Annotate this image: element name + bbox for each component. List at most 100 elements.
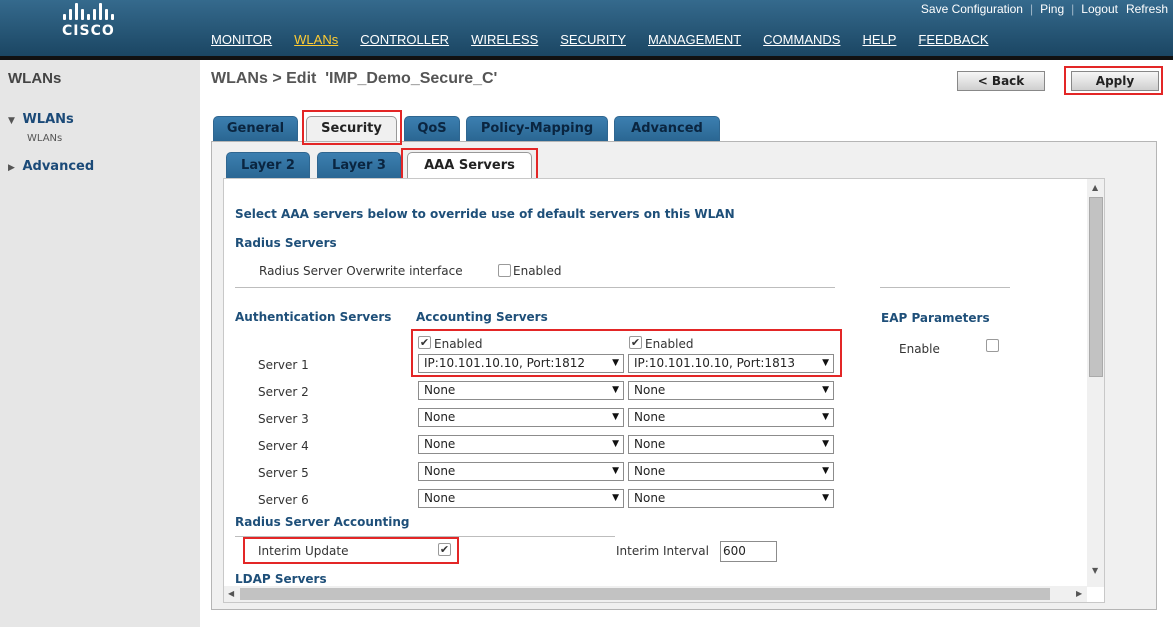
tab-policy-mapping[interactable]: Policy-Mapping — [466, 116, 608, 141]
divider — [880, 287, 1010, 288]
server-3-acct-select[interactable]: None ▼ — [628, 408, 834, 427]
horizontal-scrollbar-thumb[interactable] — [240, 588, 1050, 600]
eap-enable-label: Enable — [899, 342, 940, 356]
overwrite-interface-label: Radius Server Overwrite interface — [259, 264, 463, 278]
nav-management[interactable]: MANAGEMENT — [648, 32, 741, 47]
server-4-auth-select[interactable]: None ▼ — [418, 435, 624, 454]
nav-monitor[interactable]: MONITOR — [211, 32, 272, 47]
dropdown-arrow-icon: ▼ — [612, 358, 619, 368]
server-2-label: Server 2 — [258, 385, 309, 399]
overwrite-enabled-label: Enabled — [513, 264, 562, 278]
sidebar-item-label: Advanced — [22, 159, 95, 174]
logout-link[interactable]: Logout — [1081, 2, 1118, 16]
nav-help[interactable]: HELP — [862, 32, 896, 47]
dropdown-arrow-icon: ▼ — [612, 412, 619, 422]
interim-update-label: Interim Update — [258, 544, 349, 558]
sidebar-subitem-wlans[interactable]: WLANs — [27, 133, 62, 144]
utility-links: Save Configuration | Ping | Logout Refre… — [921, 2, 1168, 16]
tab-qos[interactable]: QoS — [404, 116, 460, 141]
tab-general[interactable]: General — [213, 116, 298, 141]
scroll-right-icon[interactable]: ▶ — [1076, 589, 1082, 598]
separator: | — [1029, 2, 1034, 16]
subtab-layer2[interactable]: Layer 2 — [226, 152, 310, 179]
server-5-acct-select[interactable]: None ▼ — [628, 462, 834, 481]
triangle-down-icon: ▼ — [8, 116, 15, 126]
sidebar-item-advanced[interactable]: ▶ Advanced — [8, 159, 94, 174]
back-button[interactable]: < Back — [957, 71, 1045, 91]
sidebar-item-wlans[interactable]: ▼ WLANs — [8, 112, 74, 127]
server-3-label: Server 3 — [258, 412, 309, 426]
nav-feedback[interactable]: FEEDBACK — [918, 32, 988, 47]
acct-enabled-checkbox[interactable]: ✔ — [629, 336, 642, 349]
dropdown-arrow-icon: ▼ — [612, 493, 619, 503]
dropdown-arrow-icon: ▼ — [822, 439, 829, 449]
server-1-auth-select[interactable]: IP:10.101.10.10, Port:1812 ▼ — [418, 354, 624, 373]
radius-servers-heading: Radius Servers — [235, 236, 337, 250]
server-5-label: Server 5 — [258, 466, 309, 480]
sidebar: WLANs ▼ WLANs WLANs ▶ Advanced — [0, 60, 200, 627]
scroll-up-icon[interactable]: ▲ — [1092, 183, 1098, 192]
dropdown-arrow-icon: ▼ — [612, 385, 619, 395]
subtab-layer3[interactable]: Layer 3 — [317, 152, 401, 179]
interim-interval-input[interactable]: 600 — [720, 541, 777, 562]
cisco-wordmark: CISCO — [62, 23, 115, 39]
eap-enable-checkbox[interactable] — [986, 339, 999, 352]
dropdown-arrow-icon: ▼ — [612, 439, 619, 449]
apply-button[interactable]: Apply — [1071, 71, 1159, 91]
tab-security[interactable]: Security — [306, 116, 397, 141]
dropdown-arrow-icon: ▼ — [822, 412, 829, 422]
scroll-left-icon[interactable]: ◀ — [228, 589, 234, 598]
auth-enabled-checkbox[interactable]: ✔ — [418, 336, 431, 349]
sidebar-title: WLANs — [8, 70, 62, 87]
acct-enabled-label: Enabled — [645, 337, 694, 351]
accounting-servers-heading: Accounting Servers — [416, 310, 548, 324]
nav-wireless[interactable]: WIRELESS — [471, 32, 538, 47]
authentication-servers-heading: Authentication Servers — [235, 310, 392, 324]
main-nav: MONITOR WLANs CONTROLLER WIRELESS SECURI… — [211, 32, 989, 47]
server-1-label: Server 1 — [258, 358, 309, 372]
server-6-auth-select[interactable]: None ▼ — [418, 489, 624, 508]
dropdown-arrow-icon: ▼ — [822, 466, 829, 476]
server-2-acct-select[interactable]: None ▼ — [628, 381, 834, 400]
sidebar-item-label: WLANs — [22, 112, 74, 127]
triangle-right-icon: ▶ — [8, 163, 15, 173]
nav-commands[interactable]: COMMANDS — [763, 32, 840, 47]
tab-advanced[interactable]: Advanced — [614, 116, 720, 141]
server-1-acct-select[interactable]: IP:10.101.10.10, Port:1813 ▼ — [628, 354, 834, 373]
save-configuration-link[interactable]: Save Configuration — [921, 2, 1023, 16]
aaa-intro-text: Select AAA servers below to override use… — [235, 207, 735, 221]
server-3-auth-select[interactable]: None ▼ — [418, 408, 624, 427]
interim-update-checkbox[interactable]: ✔ — [438, 543, 451, 556]
server-6-label: Server 6 — [258, 493, 309, 507]
page-title: WLANs > Edit 'IMP_Demo_Secure_C' — [211, 70, 498, 87]
scroll-down-icon[interactable]: ▼ — [1092, 566, 1098, 575]
ldap-servers-heading: LDAP Servers — [235, 572, 327, 586]
server-6-acct-select[interactable]: None ▼ — [628, 489, 834, 508]
auth-enabled-label: Enabled — [434, 337, 483, 351]
divider — [235, 536, 615, 537]
server-4-acct-select[interactable]: None ▼ — [628, 435, 834, 454]
dropdown-arrow-icon: ▼ — [822, 358, 829, 368]
subtab-aaa-servers[interactable]: AAA Servers — [407, 152, 532, 179]
nav-wlans[interactable]: WLANs — [294, 32, 338, 47]
top-header: CISCO Save Configuration | Ping | Logout… — [0, 0, 1173, 56]
nav-security[interactable]: SECURITY — [560, 32, 626, 47]
separator: | — [1071, 2, 1075, 16]
dropdown-arrow-icon: ▼ — [822, 385, 829, 395]
dropdown-arrow-icon: ▼ — [612, 466, 619, 476]
overwrite-interface-checkbox[interactable] — [498, 264, 511, 277]
server-2-auth-select[interactable]: None ▼ — [418, 381, 624, 400]
server-5-auth-select[interactable]: None ▼ — [418, 462, 624, 481]
refresh-link[interactable]: Refresh — [1126, 2, 1168, 16]
server-4-label: Server 4 — [258, 439, 309, 453]
dropdown-arrow-icon: ▼ — [822, 493, 829, 503]
nav-controller[interactable]: CONTROLLER — [360, 32, 449, 47]
eap-parameters-heading: EAP Parameters — [881, 311, 990, 325]
divider — [235, 287, 835, 288]
cisco-logo: CISCO — [62, 3, 142, 47]
ping-link[interactable]: Ping — [1040, 2, 1064, 16]
cisco-bars-icon — [63, 3, 142, 20]
vertical-scrollbar-thumb[interactable] — [1089, 197, 1103, 377]
radius-accounting-heading: Radius Server Accounting — [235, 515, 410, 529]
interim-interval-label: Interim Interval — [616, 544, 709, 558]
